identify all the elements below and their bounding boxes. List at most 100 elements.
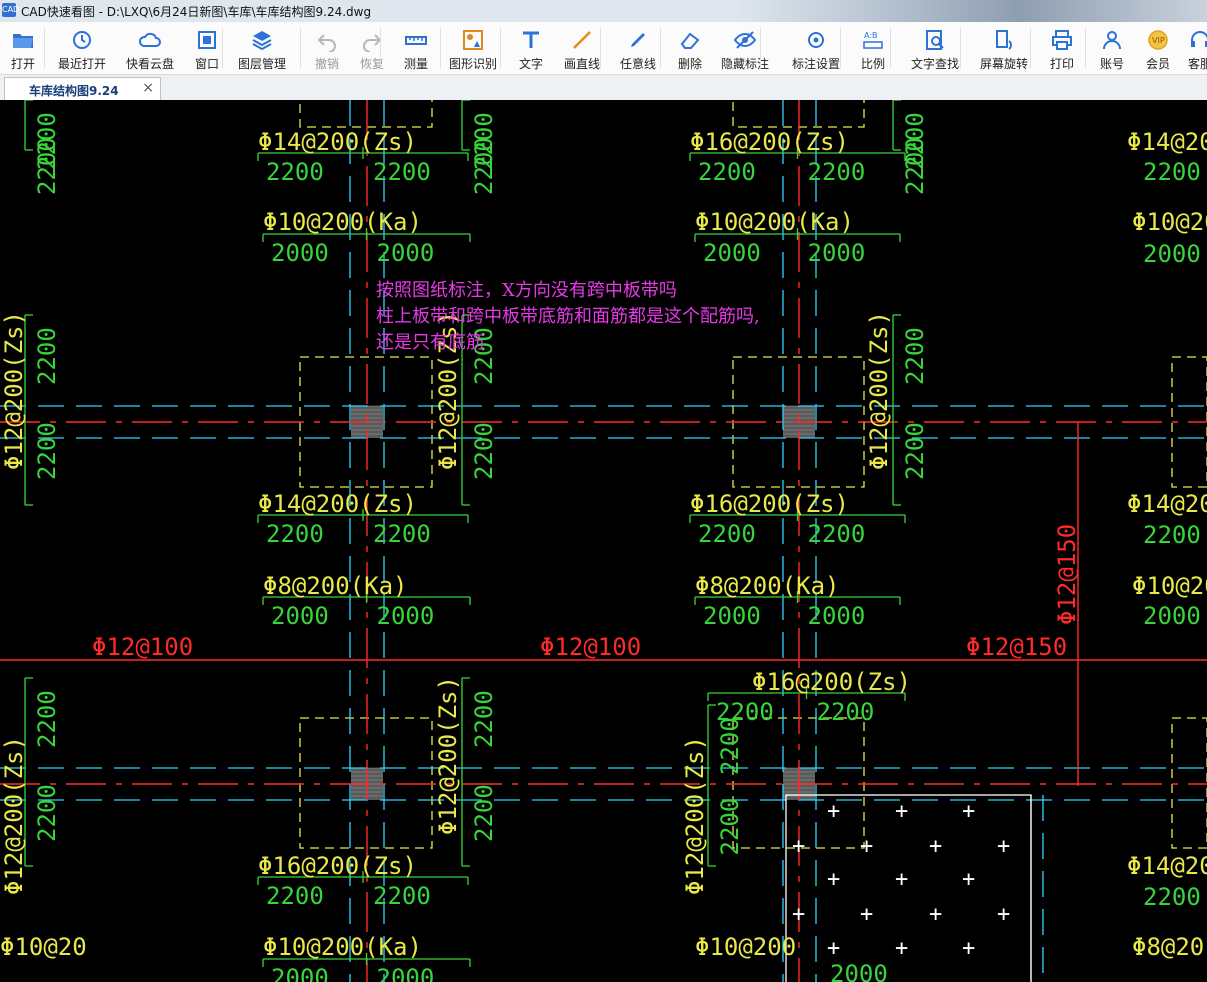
toolbar-button-label: 最近打开 [57,57,106,71]
toolbar-button-label: 账号 [1099,57,1124,71]
ruler-icon [404,28,428,52]
dimension-label: 2000 [808,602,866,630]
text-search-icon [923,28,947,52]
toolbar-button-21[interactable]: 客服 [1180,22,1207,74]
toolbar-button-label: 隐藏标注 [720,57,769,71]
rebar-label: Φ10@20 [1132,572,1207,600]
plus-marker: + [929,834,942,859]
toolbar-button-15[interactable]: A:B 比例 [853,22,893,74]
dimension-label: 2000 [377,602,435,630]
dimension-label: 2000 [808,239,866,267]
plus-marker: + [997,902,1010,927]
dimension-label: 2200 [33,137,61,195]
toolbar-button-0[interactable]: 打开 [0,22,46,74]
rebar-label: Φ8@20 [1132,933,1204,961]
toolbar-button-7[interactable]: 测量 [393,22,439,74]
dimension-label: 2200 [373,158,431,186]
dimension-label: 2200 [817,698,875,726]
column-outline [1171,717,1207,849]
toolbar-button-20[interactable]: VIP 会员 [1136,22,1180,74]
toolbar-separator [960,28,961,68]
rebar-label: Φ8@200(Ka) [695,572,840,600]
window-icon [195,28,219,52]
annotation-settings-icon [804,28,828,52]
rebar-label: Φ16@200(Zs) [690,490,849,518]
toolbar-button-5[interactable]: 撤销 [305,22,349,74]
toolbar-button-13[interactable]: 隐藏标注 [713,22,777,74]
tab-drawing[interactable]: 车库结构图9.24 × [4,77,161,101]
toolbar-button-11[interactable]: 任意线 [612,22,664,74]
app-icon: CAD [2,3,19,17]
dimension-label: 2000 [703,602,761,630]
dimension-label: 2000 [271,964,329,982]
rebar-label: Φ14@200(Zs) [258,490,417,518]
toolbar-button-label: 打开 [10,57,35,71]
dimension-label: 2000 [271,602,329,630]
plus-marker: + [792,834,805,859]
rebar-label: Φ12@150 [1053,524,1081,625]
dimension-label: 2200 [266,520,324,548]
annotation-text: 按照图纸标注，X方向没有跨中板带吗 柱上板带和跨中板带底筋和面筋都是这个配筋吗,… [376,278,760,356]
rebar-label: Φ12@200(Zs) [0,736,28,895]
dimension-label: 2200 [33,690,61,748]
dimension-label: 2200 [33,327,61,385]
history-icon [70,28,94,52]
dimension-label: 2000 [830,960,888,982]
plus-marker: + [895,867,908,892]
dimension-label: 2000 [1143,602,1201,630]
plus-marker: + [895,799,908,824]
dimension-label: 2000 [271,239,329,267]
room-outline [785,794,1032,982]
dimension-label: 2200 [698,520,756,548]
toolbar-button-label: 打印 [1049,57,1074,71]
toolbar-button-12[interactable]: 删除 [668,22,712,74]
printer-icon [1050,28,1074,52]
window-title: CAD快速看图 - D:\LXQ\6月24日新图\车库\车库结构图9.24.dw… [21,5,372,19]
toolbar-button-8[interactable]: 图形识别 [444,22,502,74]
dimension-label: 2200 [901,327,929,385]
drawing-canvas[interactable]: + + + + + + + + + + + + + + + + +2200 2200 2200 2200 2000 200… [0,100,1207,982]
toolbar-button-label: 客服 [1187,57,1207,71]
text-icon [519,28,543,52]
dimension-label: 2200 [1143,883,1201,911]
dimension-label: 2200 [373,882,431,910]
rebar-label: Φ10@200(Ka) [263,933,422,961]
toolbar-button-6[interactable]: 恢复 [350,22,394,74]
toolbar-button-4[interactable]: 图层管理 [230,22,294,74]
toolbar-separator [1085,28,1086,68]
toolbar-button-17[interactable]: 屏幕旋转 [970,22,1038,74]
user-icon [1100,28,1124,52]
tab-close-icon[interactable]: × [142,80,154,96]
cloud-icon [138,28,162,52]
rebar-label: Φ8@200(Ka) [263,572,408,600]
toolbar-separator [600,28,601,68]
cad-drawing[interactable]: + + + + + + + + + + + + + + + + +2200 2200 2200 2200 2000 200… [0,100,1207,982]
toolbar-button-label: 图形识别 [448,57,497,71]
rebar-label: Φ14@20 [1127,852,1207,880]
dimension-label: 2200 [470,690,498,748]
toolbar-separator [500,28,501,68]
dimension-label: 2200 [470,784,498,842]
dimension-label: 2200 [373,520,431,548]
dimension-label: 2200 [716,717,744,775]
plus-marker: + [860,902,873,927]
toolbar-button-2[interactable]: 快看云盘 [120,22,180,74]
toolbar-button-18[interactable]: 打印 [1040,22,1084,74]
tab-label: 车库结构图9.24 [29,84,119,98]
rebar-label: Φ14@20 [1127,490,1207,518]
toolbar-button-1[interactable]: 最近打开 [50,22,114,74]
rebar-label: Φ12@200(Zs) [0,311,28,470]
rebar-label: Φ14@20 [1127,128,1207,156]
dimension-label: 2000 [377,964,435,982]
toolbar-button-label: 测量 [403,57,428,71]
toolbar-button-19[interactable]: 账号 [1090,22,1134,74]
toolbar-separator [760,28,761,68]
rotate-screen-icon [992,28,1016,52]
dimension-label: 2200 [901,422,929,480]
toolbar-button-9[interactable]: 文字 [510,22,552,74]
rebar-label: Φ16@200(Zs) [258,852,417,880]
plus-marker: + [895,936,908,961]
dimension-label: 2200 [266,882,324,910]
document-tab-bar: 车库结构图9.24 × [0,75,1207,102]
undo-icon [315,28,339,53]
